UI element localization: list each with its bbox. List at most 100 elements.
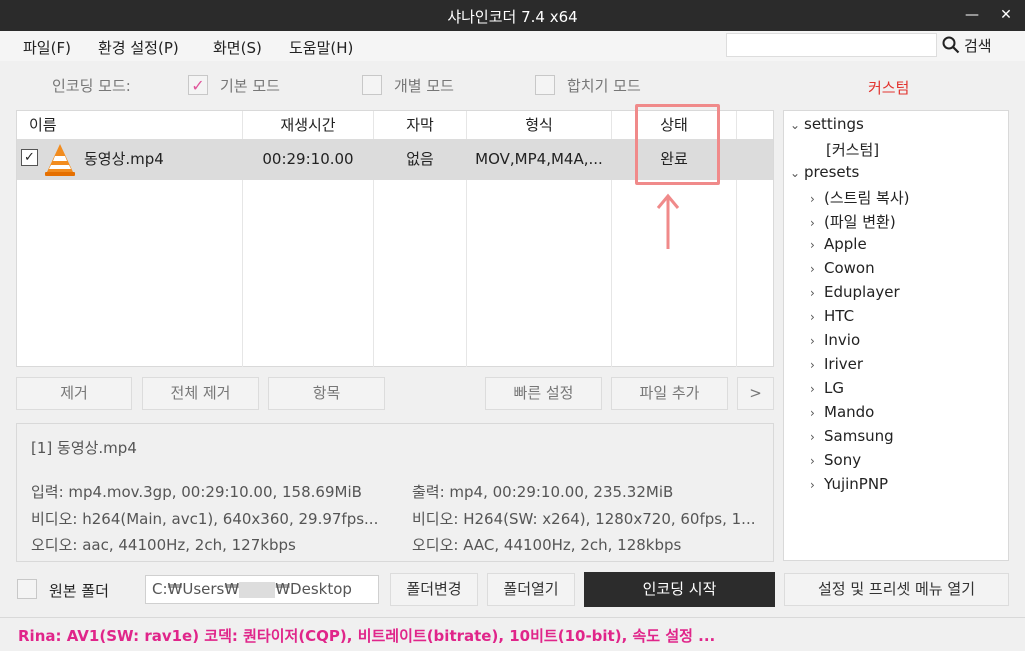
more-button[interactable]: >: [737, 377, 774, 410]
info-title: [1] 동영상.mp4: [31, 439, 137, 457]
preset-tree[interactable]: ⌄ settings [커스텀] ⌄ presets › (스트림 복사) › (파일 변…: [783, 110, 1009, 561]
path-prefix: C:₩Users₩: [152, 580, 240, 598]
menu-view[interactable]: 화면(S): [213, 37, 262, 58]
minimize-button[interactable]: —: [960, 4, 984, 26]
chevron-right-icon[interactable]: ›: [810, 192, 824, 206]
file-subtitle: 없음: [406, 150, 434, 168]
header-duration[interactable]: 재생시간: [243, 111, 373, 139]
checkbox-basic-mode[interactable]: ✓: [188, 75, 208, 95]
chevron-right-icon[interactable]: ›: [810, 334, 824, 348]
item-button[interactable]: 항목: [268, 377, 385, 410]
mode-basic-label: 기본 모드: [220, 76, 280, 95]
encoding-mode-label: 인코딩 모드:: [52, 77, 131, 95]
search-label: 검색: [964, 36, 992, 55]
tree-node-preset[interactable]: › Cowon: [810, 259, 875, 277]
tree-node-preset[interactable]: › Eduplayer: [810, 283, 900, 301]
chevron-down-icon[interactable]: ⌄: [790, 166, 804, 180]
tree-node-label: YujinPNP: [824, 475, 889, 493]
tree-node-label: HTC: [824, 307, 855, 325]
mode-individual[interactable]: 개별 모드: [362, 73, 454, 97]
add-file-button[interactable]: 파일 추가: [611, 377, 728, 410]
chevron-right-icon[interactable]: ›: [810, 310, 824, 324]
tree-node-label: (스트림 복사): [824, 189, 910, 207]
file-duration: 00:29:10.00: [262, 150, 354, 168]
tree-node-label: Sony: [824, 451, 862, 469]
original-folder-checkbox[interactable]: [17, 579, 37, 599]
tree-node-presets[interactable]: ⌄ presets: [790, 163, 859, 181]
tree-node-preset[interactable]: › (파일 변환): [810, 211, 896, 232]
arrow-up-icon: [656, 193, 680, 249]
tree-node-preset[interactable]: › Sony: [810, 451, 861, 469]
info-input-video: 비디오: h264(Main, avc1), 640x360, 29.97fps…: [31, 510, 379, 528]
tree-node-custom[interactable]: [커스텀]: [826, 139, 879, 160]
change-folder-button[interactable]: 폴더변경: [390, 573, 478, 606]
tree-node-preset[interactable]: › Samsung: [810, 427, 894, 445]
info-output: 출력: mp4, 00:29:10.00, 235.32MiB: [412, 483, 674, 501]
tree-node-label: Iriver: [824, 355, 864, 373]
start-encoding-button[interactable]: 인코딩 시작: [584, 572, 775, 607]
tree-node-label: Invio: [824, 331, 861, 349]
close-button[interactable]: ✕: [994, 4, 1018, 26]
settings-preset-menu-button[interactable]: 설정 및 프리셋 메뉴 열기: [784, 573, 1009, 606]
checkbox-merge-mode[interactable]: [535, 75, 555, 95]
info-output-audio: 오디오: AAC, 44100Hz, 2ch, 128kbps: [412, 536, 682, 554]
tree-node-preset[interactable]: › Apple: [810, 235, 867, 253]
tree-node-label: Samsung: [824, 427, 894, 445]
tree-node-preset[interactable]: › Mando: [810, 403, 874, 421]
tree-node-preset[interactable]: › HTC: [810, 307, 854, 325]
tree-node-label: Eduplayer: [824, 283, 900, 301]
menu-file[interactable]: 파일(F): [23, 37, 71, 58]
open-folder-button[interactable]: 폴더열기: [487, 573, 575, 606]
title-bar: 샤나인코더 7.4 x64 — ✕: [0, 0, 1025, 31]
status-bar: Rina: AV1(SW: rav1e) 코덱: 퀀타이저(CQP), 비트레이…: [0, 617, 1025, 651]
output-path-field[interactable]: C:₩Users₩ ₩Desktop: [145, 575, 379, 604]
checkbox-individual-mode[interactable]: [362, 75, 382, 95]
tree-node-label: Apple: [824, 235, 867, 253]
chevron-right-icon[interactable]: ›: [810, 262, 824, 276]
mode-individual-label: 개별 모드: [394, 76, 454, 95]
chevron-right-icon[interactable]: ›: [810, 478, 824, 492]
info-output-video: 비디오: H264(SW: x264), 1280x720, 60fps, 1.…: [412, 510, 756, 528]
quick-settings-button[interactable]: 빠른 설정: [485, 377, 602, 410]
tree-node-preset[interactable]: › YujinPNP: [810, 475, 888, 493]
chevron-down-icon[interactable]: ⌄: [790, 118, 804, 132]
menu-help[interactable]: 도움말(H): [289, 37, 353, 58]
menu-settings[interactable]: 환경 설정(P): [98, 37, 179, 58]
vlc-cone-icon: [45, 144, 75, 176]
tree-node-label: Mando: [824, 403, 875, 421]
chevron-right-icon[interactable]: ›: [810, 238, 824, 252]
search-button[interactable]: 검색: [942, 34, 992, 56]
header-format[interactable]: 형식: [467, 111, 611, 139]
header-subtitle[interactable]: 자막: [374, 111, 466, 139]
chevron-right-icon[interactable]: ›: [810, 454, 824, 468]
file-name: 동영상.mp4: [84, 150, 164, 168]
remove-button[interactable]: 제거: [16, 377, 132, 410]
chevron-right-icon[interactable]: ›: [810, 430, 824, 444]
row-checkbox[interactable]: ✓: [21, 149, 38, 166]
search-input[interactable]: [726, 33, 937, 57]
chevron-right-icon[interactable]: ›: [810, 286, 824, 300]
original-folder-label: 원본 폴더: [49, 582, 109, 600]
tree-node-preset[interactable]: › LG: [810, 379, 844, 397]
mode-basic[interactable]: ✓ 기본 모드: [188, 73, 280, 97]
redacted-username: [239, 581, 276, 598]
status-highlight-box: [635, 104, 720, 185]
tree-node-preset[interactable]: › Invio: [810, 331, 860, 349]
chevron-right-icon[interactable]: ›: [810, 216, 824, 230]
mode-merge-label: 합치기 모드: [567, 76, 641, 95]
chevron-right-icon[interactable]: ›: [810, 406, 824, 420]
tree-node-preset[interactable]: › (스트림 복사): [810, 187, 909, 208]
custom-preset-label: 커스텀: [868, 79, 910, 97]
tree-node-settings[interactable]: ⌄ settings: [790, 115, 864, 133]
header-name[interactable]: 이름: [29, 111, 57, 139]
search-icon: [942, 36, 960, 54]
file-format: MOV,MP4,M4A,...: [475, 150, 603, 168]
mode-merge[interactable]: 합치기 모드: [535, 73, 641, 97]
file-info-panel: [1] 동영상.mp4 입력: mp4.mov.3gp, 00:29:10.00…: [16, 423, 774, 562]
info-input: 입력: mp4.mov.3gp, 00:29:10.00, 158.69MiB: [31, 483, 362, 501]
chevron-right-icon[interactable]: ›: [810, 382, 824, 396]
status-text: Rina: AV1(SW: rav1e) 코덱: 퀀타이저(CQP), 비트레이…: [18, 627, 716, 645]
chevron-right-icon[interactable]: ›: [810, 358, 824, 372]
tree-node-preset[interactable]: › Iriver: [810, 355, 863, 373]
remove-all-button[interactable]: 전체 제거: [142, 377, 259, 410]
